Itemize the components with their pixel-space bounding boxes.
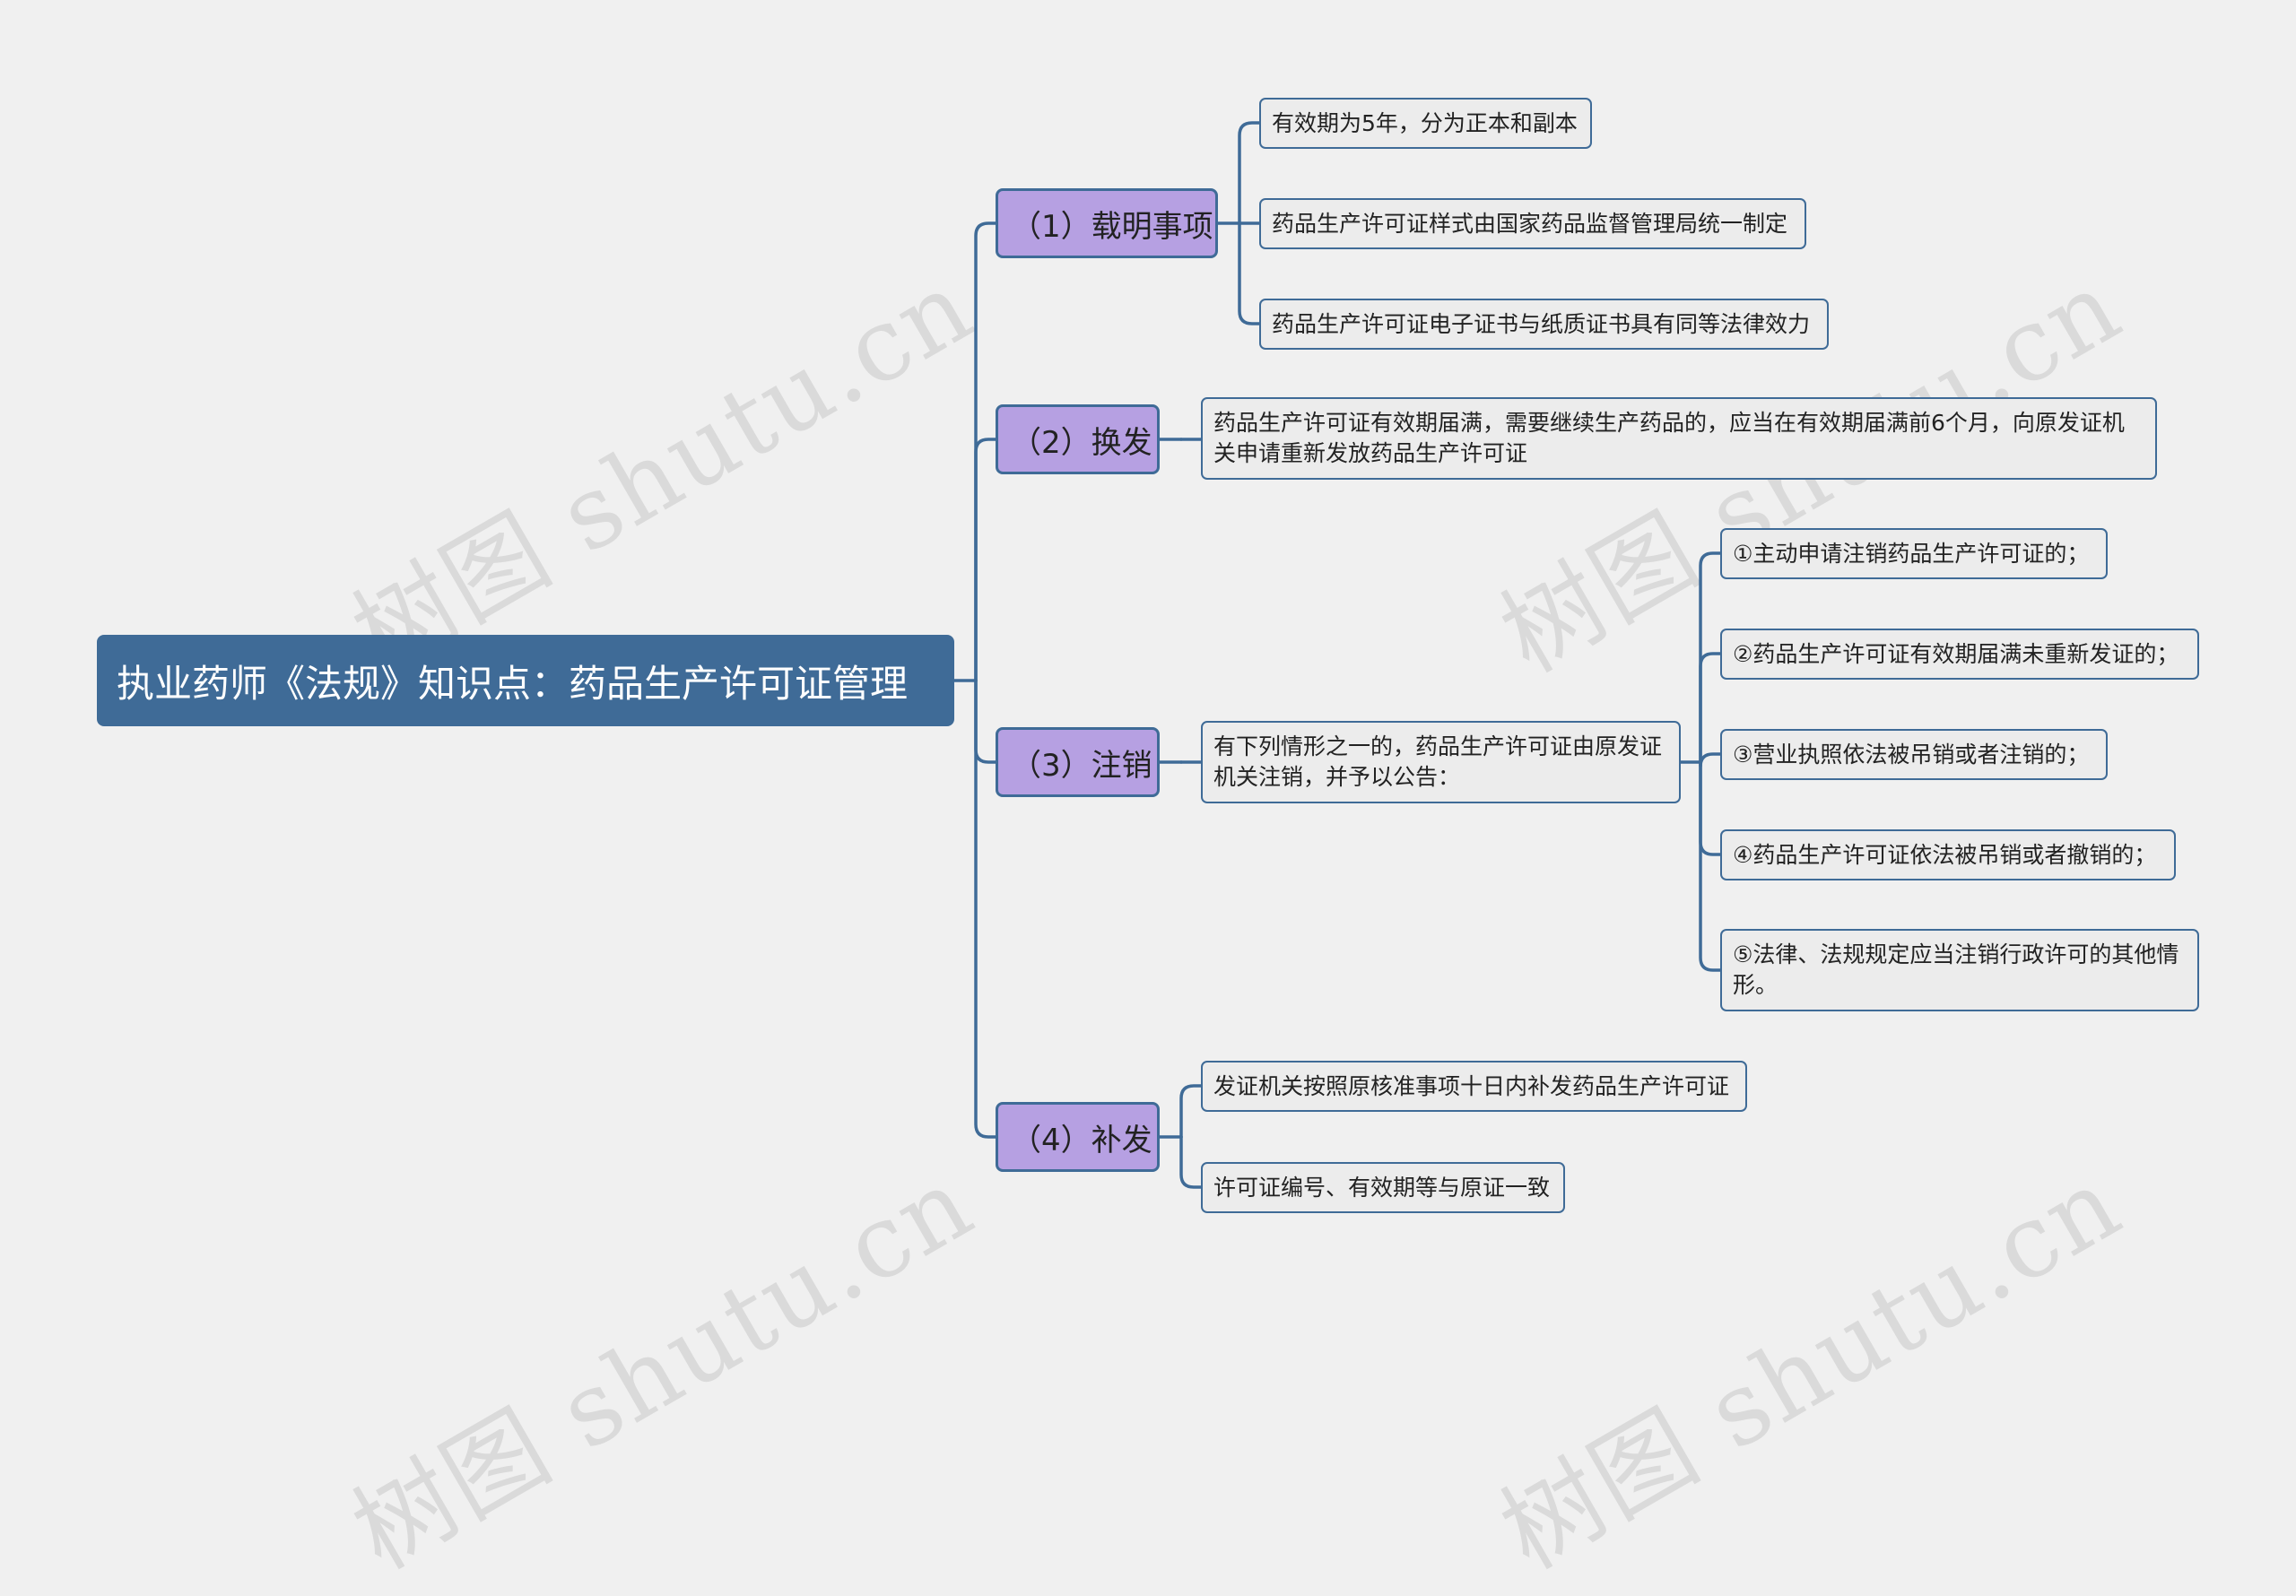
connector-line	[1699, 760, 1722, 856]
connector-line	[974, 679, 997, 1139]
leaf-topic[interactable]: 发证机关按照原核准事项十日内补发药品生产许可证	[1201, 1061, 1747, 1112]
connector-line	[1238, 221, 1261, 325]
leaf-topic[interactable]: 有下列情形之一的，药品生产许可证由原发证机关注销，并予以公告：	[1201, 721, 1681, 803]
leaf-topic[interactable]: 许可证编号、有效期等与原证一致	[1201, 1162, 1565, 1213]
leaf-sub-topic[interactable]: ②药品生产许可证有效期届满未重新发证的；	[1720, 629, 2199, 680]
leaf-topic[interactable]: 药品生产许可证样式由国家药品监督管理局统一制定	[1259, 198, 1806, 249]
mind-map-canvas: 树图 shutu.cn 树图 shutu.cn 树图 shutu.cn 树图 s…	[0, 0, 2296, 1592]
connector-line	[1699, 652, 1722, 764]
connector-line	[1238, 121, 1261, 225]
connector-line	[1699, 752, 1722, 768]
branch-topic-3[interactable]: （3）注销	[996, 727, 1160, 797]
branch-topic-2[interactable]: （2）换发	[996, 404, 1160, 474]
connector-line	[974, 438, 997, 682]
connector-line	[1699, 760, 1722, 972]
leaf-topic[interactable]: 药品生产许可证电子证书与纸质证书具有同等法律效力	[1259, 299, 1829, 350]
branch-topic-4[interactable]: （4）补发	[996, 1102, 1160, 1172]
connector-line	[974, 679, 997, 764]
leaf-topic[interactable]: 药品生产许可证有效期届满，需要继续生产药品的，应当在有效期届满前6个月，向原发证…	[1201, 397, 2157, 480]
connector-line	[974, 221, 997, 682]
connector-line	[1179, 1084, 1203, 1139]
leaf-topic[interactable]: 有效期为5年，分为正本和副本	[1259, 98, 1592, 149]
branch-topic-1[interactable]: （1）载明事项	[996, 188, 1218, 258]
leaf-sub-topic[interactable]: ⑤法律、法规规定应当注销行政许可的其他情形。	[1720, 929, 2199, 1011]
connector-line	[1179, 1135, 1203, 1189]
root-topic[interactable]: 执业药师《法规》知识点：药品生产许可证管理	[97, 635, 954, 726]
leaf-sub-topic[interactable]: ④药品生产许可证依法被吊销或者撤销的；	[1720, 829, 2176, 880]
leaf-sub-topic[interactable]: ③营业执照依法被吊销或者注销的；	[1720, 729, 2108, 780]
leaf-sub-topic[interactable]: ①主动申请注销药品生产许可证的；	[1720, 528, 2108, 579]
